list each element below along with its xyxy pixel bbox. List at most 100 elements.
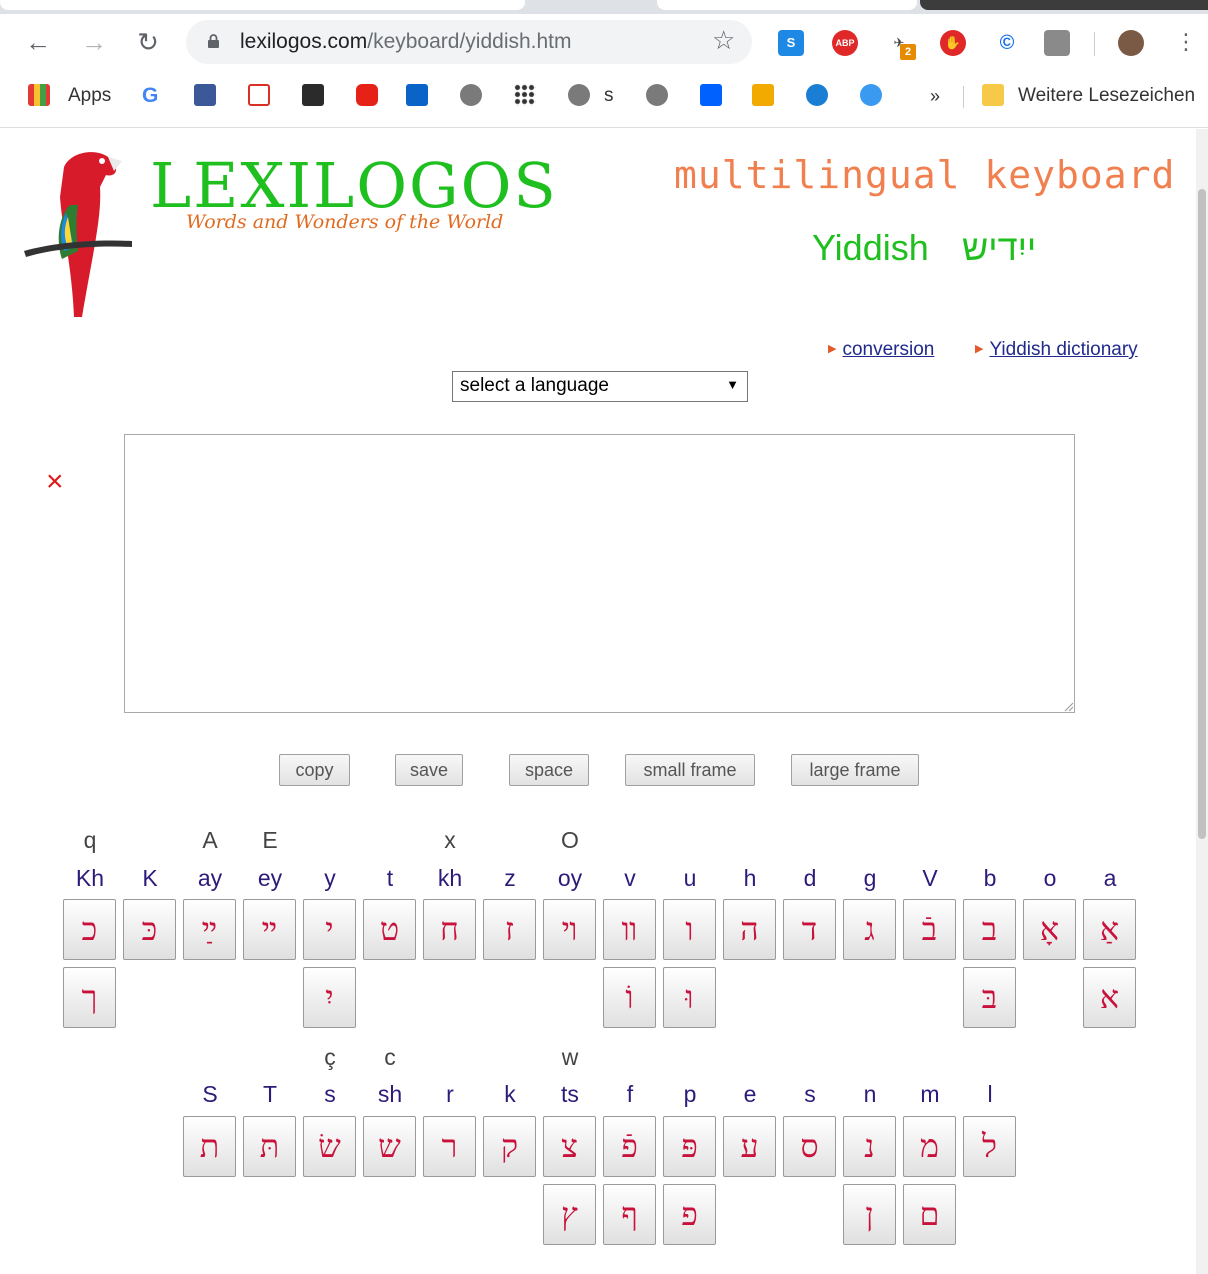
letter-key[interactable]: ל — [963, 1116, 1016, 1177]
tab-active-dark[interactable] — [920, 0, 1208, 10]
letter-key[interactable]: ך — [63, 967, 116, 1028]
bookmark-s[interactable]: s — [604, 84, 614, 108]
key-transliteration-label: o — [1043, 865, 1057, 891]
copy-button[interactable]: copy — [279, 754, 350, 786]
tab-left[interactable] — [0, 0, 525, 10]
address-bar[interactable]: lexilogos.com/keyboard/yiddish.htm ☆ — [186, 20, 752, 64]
letter-key[interactable]: יִ — [303, 967, 356, 1028]
letter-key[interactable]: וֹ — [603, 967, 656, 1028]
letter-key[interactable]: ו — [663, 899, 716, 960]
letter-key[interactable]: ר — [423, 1116, 476, 1177]
letter-key[interactable]: ף — [603, 1184, 656, 1245]
facebook-icon[interactable] — [194, 84, 216, 106]
letter-key[interactable]: פֿ — [603, 1116, 656, 1177]
bookmark-other[interactable]: Weitere Lesezeichen — [1018, 84, 1195, 108]
dictionary-link-label: Yiddish dictionary — [989, 339, 1138, 360]
letter-key[interactable]: װ — [603, 899, 656, 960]
globe-icon[interactable] — [860, 84, 882, 106]
dog-icon[interactable] — [752, 84, 774, 106]
elephant-s-icon[interactable] — [568, 84, 590, 106]
youtube-icon[interactable] — [356, 84, 378, 106]
letter-key[interactable]: ן — [843, 1184, 896, 1245]
letter-key[interactable]: ת — [183, 1116, 236, 1177]
letter-key[interactable]: בֿ — [903, 899, 956, 960]
blue-s-icon[interactable] — [806, 84, 828, 106]
google-icon[interactable]: G — [142, 84, 158, 108]
letter-key[interactable]: ח — [423, 899, 476, 960]
clear-text-button[interactable]: × — [46, 465, 64, 499]
profile-avatar[interactable] — [1118, 30, 1144, 56]
menu-icon[interactable]: ⋮ — [1170, 24, 1202, 60]
key-shortcut-label: c — [384, 1044, 396, 1070]
dictionary-link[interactable]: ▶ Yiddish dictionary — [975, 339, 1138, 361]
c-extension-icon[interactable]: © — [994, 30, 1020, 56]
language-select[interactable]: select a language ▼ — [452, 371, 748, 402]
more-bookmarks-chevron[interactable]: » — [930, 84, 940, 108]
outlook-icon[interactable] — [406, 84, 428, 106]
s-extension-icon[interactable]: S — [778, 30, 804, 56]
letter-key[interactable]: ע — [723, 1116, 776, 1177]
letter-key[interactable]: כּ — [123, 899, 176, 960]
letter-key[interactable]: א — [1083, 967, 1136, 1028]
plane-extension-icon[interactable]: ✈ 2 — [886, 30, 916, 60]
letter-key[interactable]: פּ — [663, 1116, 716, 1177]
letter-key[interactable]: ײַ — [183, 899, 236, 960]
letter-key[interactable]: ז — [483, 899, 536, 960]
bookmark-apps[interactable]: Apps — [68, 84, 111, 108]
letter-key[interactable]: ט — [363, 899, 416, 960]
letter-key[interactable]: ב — [963, 899, 1016, 960]
letter-key[interactable]: ה — [723, 899, 776, 960]
snowflake-icon[interactable] — [302, 84, 324, 106]
folder-icon[interactable] — [982, 84, 1004, 106]
key-transliteration-label: v — [624, 865, 636, 891]
letter-key[interactable]: מ — [903, 1116, 956, 1177]
letter-key[interactable]: תּ — [243, 1116, 296, 1177]
conversion-link[interactable]: ▶ conversion — [828, 339, 934, 361]
key-transliteration-label: h — [743, 865, 757, 891]
text-editor[interactable] — [124, 434, 1075, 713]
ublock-extension-icon[interactable]: ✋ — [940, 30, 966, 56]
letter-key[interactable]: ש — [363, 1116, 416, 1177]
letter-key[interactable]: ױ — [543, 899, 596, 960]
tab-right[interactable] — [657, 0, 917, 10]
letter-key[interactable]: ד — [783, 899, 836, 960]
key-transliteration-label: f — [626, 1081, 634, 1107]
elephant-icon[interactable] — [460, 84, 482, 106]
gmail-icon[interactable] — [248, 84, 270, 106]
key-transliteration-label: oy — [557, 865, 583, 891]
small-frame-button[interactable]: small frame — [625, 754, 755, 786]
letter-key[interactable]: ץ — [543, 1184, 596, 1245]
dots-icon[interactable] — [514, 84, 536, 106]
letter-key[interactable]: בּ — [963, 967, 1016, 1028]
letter-key[interactable]: י — [303, 899, 356, 960]
large-frame-button[interactable]: large frame — [791, 754, 919, 786]
apps-grid-icon[interactable] — [28, 84, 50, 106]
letter-key[interactable]: אַ — [1083, 899, 1136, 960]
letter-key[interactable]: כ — [63, 899, 116, 960]
scrollbar[interactable] — [1196, 129, 1208, 1274]
space-button[interactable]: space — [509, 754, 589, 786]
letter-key[interactable]: ג — [843, 899, 896, 960]
forward-button[interactable]: → — [78, 24, 110, 60]
letter-key[interactable]: נ — [843, 1116, 896, 1177]
url-host: lexilogos.com — [240, 30, 368, 53]
save-button[interactable]: save — [395, 754, 463, 786]
elephant-2-icon[interactable] — [646, 84, 668, 106]
letter-key[interactable]: ס — [783, 1116, 836, 1177]
letter-key[interactable]: פ — [663, 1184, 716, 1245]
scrollbar-thumb[interactable] — [1198, 189, 1206, 839]
abp-extension-icon[interactable]: ABP — [832, 30, 858, 56]
dropbox-icon[interactable] — [700, 84, 722, 106]
letter-key[interactable]: אָ — [1023, 899, 1076, 960]
letter-key[interactable]: צ — [543, 1116, 596, 1177]
reload-button[interactable]: ↻ — [132, 24, 164, 60]
letter-key[interactable]: ק — [483, 1116, 536, 1177]
back-button[interactable]: ← — [22, 24, 54, 60]
letter-key[interactable]: שׂ — [303, 1116, 356, 1177]
letter-key[interactable]: וּ — [663, 967, 716, 1028]
grid-extension-icon[interactable] — [1044, 30, 1070, 56]
letter-key[interactable]: ם — [903, 1184, 956, 1245]
letter-key[interactable]: ײ — [243, 899, 296, 960]
resize-grip-icon[interactable] — [1062, 700, 1074, 712]
bookmark-star-icon[interactable]: ☆ — [712, 25, 735, 56]
